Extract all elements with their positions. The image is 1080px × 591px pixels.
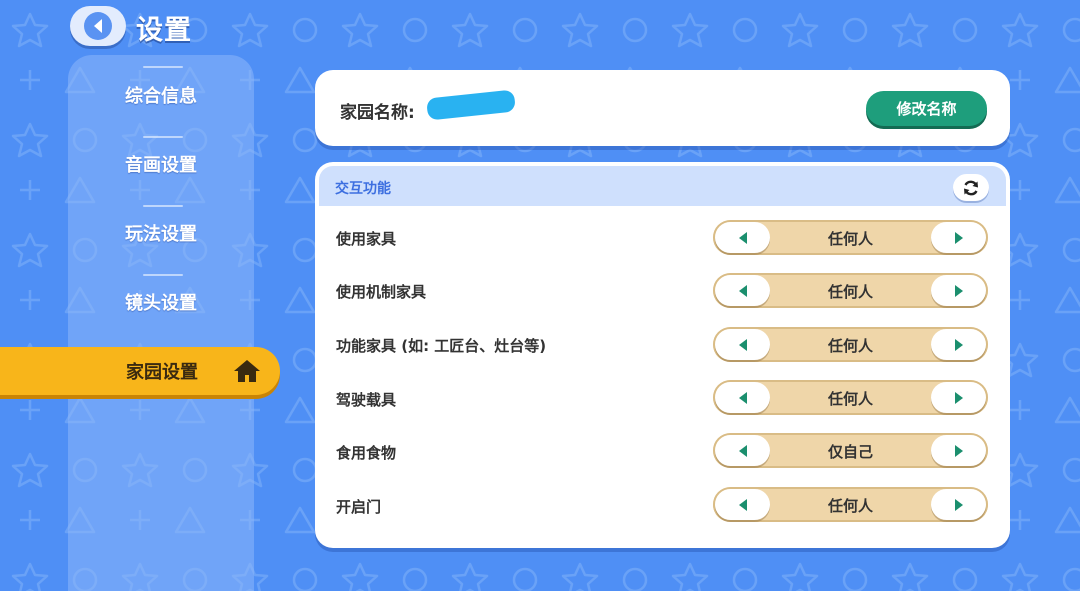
permission-value: 仅自己 [827, 443, 873, 461]
prev-option-button[interactable] [715, 435, 770, 466]
permission-value: 任何人 [827, 497, 873, 515]
arrow-right-icon [954, 498, 963, 511]
permission-value: 任何人 [827, 390, 873, 408]
arrow-left-icon [738, 284, 747, 297]
row-label-eat-food: 食用食物 [336, 444, 397, 462]
home-name-label: 家园名称: [340, 103, 415, 123]
permission-value: 任何人 [827, 283, 873, 301]
row-label-use-furniture: 使用家具 [336, 230, 397, 248]
arrow-left-icon [738, 231, 747, 244]
home-icon [234, 360, 260, 382]
arrow-left-icon [738, 498, 747, 511]
redacted-name-mark [426, 89, 516, 121]
arrow-right-icon [954, 284, 963, 297]
refresh-icon [964, 180, 978, 195]
home-name-value [426, 89, 517, 122]
row-label-use-mechanism-furniture: 使用机制家具 [336, 283, 427, 301]
arrow-right-icon [954, 444, 963, 457]
permission-selector-open-door: 任何人 [713, 487, 988, 522]
next-option-button[interactable] [931, 222, 986, 253]
sidebar-item-label: 音画设置 [125, 155, 197, 176]
row-label-open-door: 开启门 [336, 498, 382, 516]
prev-option-button[interactable] [715, 275, 770, 306]
sidebar-item-label: 镜头设置 [125, 293, 197, 314]
refresh-button[interactable] [953, 174, 989, 201]
panel-title: 交互功能 [335, 181, 391, 197]
arrow-right-icon [954, 391, 963, 404]
prev-option-button[interactable] [715, 382, 770, 413]
page-title: 设置 [136, 15, 192, 46]
panel-header: 交互功能 [319, 166, 1006, 206]
next-option-button[interactable] [931, 275, 986, 306]
next-option-button[interactable] [931, 382, 986, 413]
arrow-left-icon [738, 338, 747, 351]
prev-option-button[interactable] [715, 222, 770, 253]
arrow-left-icon [738, 391, 747, 404]
sidebar-divider [143, 66, 183, 68]
sidebar-item-audio-video[interactable]: 音画设置 [68, 139, 254, 189]
arrow-right-icon [954, 231, 963, 244]
sidebar-divider [143, 205, 183, 207]
next-option-button[interactable] [931, 489, 986, 520]
prev-option-button[interactable] [715, 489, 770, 520]
sidebar-item-label: 综合信息 [125, 86, 197, 107]
permission-selector-eat-food: 仅自己 [713, 433, 988, 468]
sidebar-divider [143, 274, 183, 276]
sidebar-item-general-info[interactable]: 综合信息 [68, 70, 254, 120]
sidebar-item-label: 家园设置 [126, 362, 198, 383]
sidebar-item-gameplay[interactable]: 玩法设置 [68, 208, 254, 258]
next-option-button[interactable] [931, 329, 986, 360]
home-name-card: 家园名称: 修改名称 [315, 70, 1010, 146]
arrow-left-icon [738, 444, 747, 457]
permission-selector-functional-furniture: 任何人 [713, 327, 988, 362]
arrow-right-icon [954, 338, 963, 351]
row-label-functional-furniture: 功能家具 (如: 工匠台、灶台等) [336, 337, 547, 355]
next-option-button[interactable] [931, 435, 986, 466]
back-button[interactable] [70, 6, 126, 46]
sidebar-divider [143, 136, 183, 138]
chevron-left-icon [84, 12, 112, 40]
sidebar-item-label: 玩法设置 [125, 224, 197, 245]
permission-selector-drive-vehicle: 任何人 [713, 380, 988, 415]
permission-value: 任何人 [827, 230, 873, 248]
rename-button[interactable]: 修改名称 [866, 91, 987, 126]
interaction-panel: 交互功能 使用家具 任何人 使用机制家具 任何人 功能家具 (如: 工匠台、灶台… [315, 162, 1010, 548]
row-label-drive-vehicle: 驾驶载具 [336, 391, 397, 409]
permission-selector-use-furniture: 任何人 [713, 220, 988, 255]
permission-selector-use-mechanism-furniture: 任何人 [713, 273, 988, 308]
sidebar-item-camera[interactable]: 镜头设置 [68, 277, 254, 327]
permission-value: 任何人 [827, 337, 873, 355]
prev-option-button[interactable] [715, 329, 770, 360]
sidebar-item-home[interactable]: 家园设置 [0, 347, 280, 395]
